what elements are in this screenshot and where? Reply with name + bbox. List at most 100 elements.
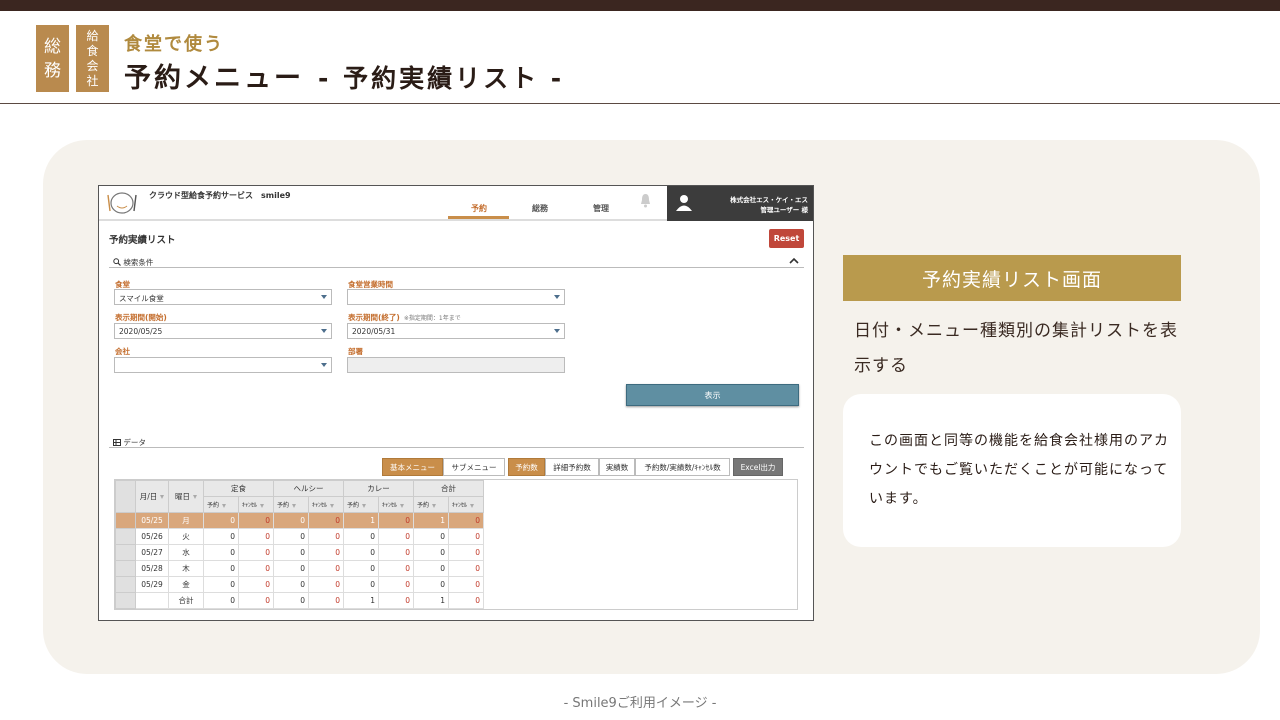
- company-select[interactable]: [114, 357, 332, 373]
- sub-cancel[interactable]: ｷｬﾝｾﾙ: [238, 496, 274, 513]
- cell-dow: 水: [168, 544, 204, 561]
- cell-value: 0: [203, 528, 239, 545]
- cell-value: 0: [273, 592, 309, 609]
- chevron-down-icon: [321, 295, 327, 299]
- end-date-note: ※指定期間：1年まで: [403, 315, 461, 322]
- cell-value: 0: [413, 560, 449, 577]
- cell-date: 05/28: [135, 560, 169, 577]
- sub-cancel[interactable]: ｷｬﾝｾﾙ: [308, 496, 344, 513]
- top-bar: [0, 0, 1280, 11]
- tab-combined[interactable]: 予約数/実績数/ｷｬﾝｾﾙ数: [635, 458, 730, 476]
- eigyo-select[interactable]: [347, 289, 565, 305]
- cell-dow: 火: [168, 528, 204, 545]
- sub-cancel[interactable]: ｷｬﾝｾﾙ: [448, 496, 484, 513]
- cell-date: 05/29: [135, 576, 169, 593]
- slide-subtitle: 食堂で使う: [124, 34, 224, 55]
- cell-value: 0: [378, 528, 414, 545]
- cell-value: 0: [378, 576, 414, 593]
- cell-value: 0: [308, 528, 344, 545]
- sub-reserve[interactable]: 予約: [273, 496, 309, 513]
- end-date-select[interactable]: 2020/05/31: [347, 323, 565, 339]
- cell-value: 0: [448, 528, 484, 545]
- table-row[interactable]: 合計 0 0 0 0 1 0 1 0: [115, 592, 484, 609]
- cell-value: 0: [378, 512, 414, 529]
- dept-label: 部署: [348, 347, 363, 356]
- table-header-row: 月/日 曜日 定食 ヘルシー カレー 合計: [115, 480, 484, 513]
- nav-kanri[interactable]: 管理: [593, 203, 609, 214]
- cell-dow: 金: [168, 576, 204, 593]
- user-icon: [676, 195, 692, 211]
- cell-value: 0: [448, 544, 484, 561]
- excel-export-button[interactable]: Excel出力: [733, 458, 783, 476]
- col-dow[interactable]: 曜日: [168, 480, 204, 513]
- table-row[interactable]: 05/26 火 0 0 0 0 0 0 0 0: [115, 528, 484, 545]
- dept-field: [347, 357, 565, 373]
- shokudo-select[interactable]: スマイル食堂: [114, 289, 332, 305]
- row-handle-header: [115, 480, 136, 513]
- group-teishoku: 定食: [203, 480, 274, 497]
- cell-value: 0: [273, 512, 309, 529]
- cell-value: 0: [238, 512, 274, 529]
- cell-date: 05/27: [135, 544, 169, 561]
- divider: [0, 103, 1280, 104]
- cell-value: 1: [413, 592, 449, 609]
- group-healthy: ヘルシー: [273, 480, 344, 497]
- cell-value: 0: [238, 528, 274, 545]
- end-date-label: 表示期間(終了) ※指定期間：1年まで: [348, 313, 461, 322]
- badge-kyushoku-kaisha: 給食会社: [76, 25, 109, 92]
- reset-button[interactable]: Reset: [769, 229, 804, 248]
- tab-yoyakusu[interactable]: 予約数: [508, 458, 545, 476]
- row-handle[interactable]: [115, 544, 136, 561]
- chevron-up-icon[interactable]: [789, 257, 799, 265]
- slide-title: 予約メニュー - 予約実績リスト -: [124, 63, 565, 94]
- sub-reserve[interactable]: 予約: [203, 496, 239, 513]
- cell-value: 0: [448, 592, 484, 609]
- cell-dow: 月: [168, 512, 204, 529]
- nav-active-indicator: [448, 216, 509, 219]
- sub-cancel[interactable]: ｷｬﾝｾﾙ: [378, 496, 414, 513]
- sub-reserve[interactable]: 予約: [343, 496, 379, 513]
- table-row[interactable]: 05/27 水 0 0 0 0 0 0 0 0: [115, 544, 484, 561]
- badge-soumu: 総務: [36, 25, 69, 92]
- tab-jissekisu[interactable]: 実績数: [599, 458, 635, 476]
- cell-value: 0: [413, 528, 449, 545]
- user-box[interactable]: 株式会社エス・ケイ・エス 管理ユーザー 様: [667, 186, 813, 221]
- right-note: この画面と同等の機能を給食会社様用のアカウントでもご覧いただくことが可能になって…: [843, 394, 1181, 547]
- row-handle[interactable]: [115, 560, 136, 577]
- filter-icon[interactable]: [160, 495, 165, 499]
- cell-value: 0: [273, 544, 309, 561]
- nav-soumu[interactable]: 総務: [532, 203, 548, 214]
- start-date-select[interactable]: 2020/05/25: [114, 323, 332, 339]
- show-button[interactable]: 表示: [626, 384, 799, 406]
- bell-icon[interactable]: [639, 193, 652, 208]
- cell-value: 0: [448, 576, 484, 593]
- cell-value: 0: [203, 576, 239, 593]
- tab-kihon-menu[interactable]: 基本メニュー: [382, 458, 443, 476]
- cell-date: 05/25: [135, 512, 169, 529]
- cell-dow: 木: [168, 560, 204, 577]
- tab-sub-menu[interactable]: サブメニュー: [443, 458, 505, 476]
- caption: - Smile9ご利用イメージ -: [563, 696, 717, 711]
- cell-date: 05/26: [135, 528, 169, 545]
- group-curry: カレー: [343, 480, 414, 497]
- table-row[interactable]: 05/25 月 0 0 0 0 1 0 1 0: [115, 512, 484, 529]
- filter-icon[interactable]: [193, 495, 197, 499]
- cell-value: 0: [308, 576, 344, 593]
- table-row[interactable]: 05/29 金 0 0 0 0 0 0 0 0: [115, 576, 484, 593]
- table-row[interactable]: 05/28 木 0 0 0 0 0 0 0 0: [115, 560, 484, 577]
- col-date[interactable]: 月/日: [135, 480, 169, 513]
- slide-title-sub: - 予約実績リスト -: [318, 64, 565, 93]
- sub-reserve[interactable]: 予約: [413, 496, 449, 513]
- cell-value: 0: [238, 560, 274, 577]
- cell-value: 0: [203, 512, 239, 529]
- group-total: 合計: [413, 480, 484, 497]
- row-handle[interactable]: [115, 592, 136, 609]
- tab-shosai-yoyakusu[interactable]: 詳細予約数: [545, 458, 599, 476]
- cell-value: 0: [203, 560, 239, 577]
- row-handle[interactable]: [115, 528, 136, 545]
- nav-yoyaku[interactable]: 予約: [471, 203, 487, 214]
- data-table: 月/日 曜日 定食 ヘルシー カレー 合計 予約 ｷｬﾝｾﾙ 予約 ｷｬﾝｾﾙ …: [115, 480, 484, 609]
- row-handle[interactable]: [115, 576, 136, 593]
- row-handle[interactable]: [115, 512, 136, 529]
- cell-value: 0: [343, 576, 379, 593]
